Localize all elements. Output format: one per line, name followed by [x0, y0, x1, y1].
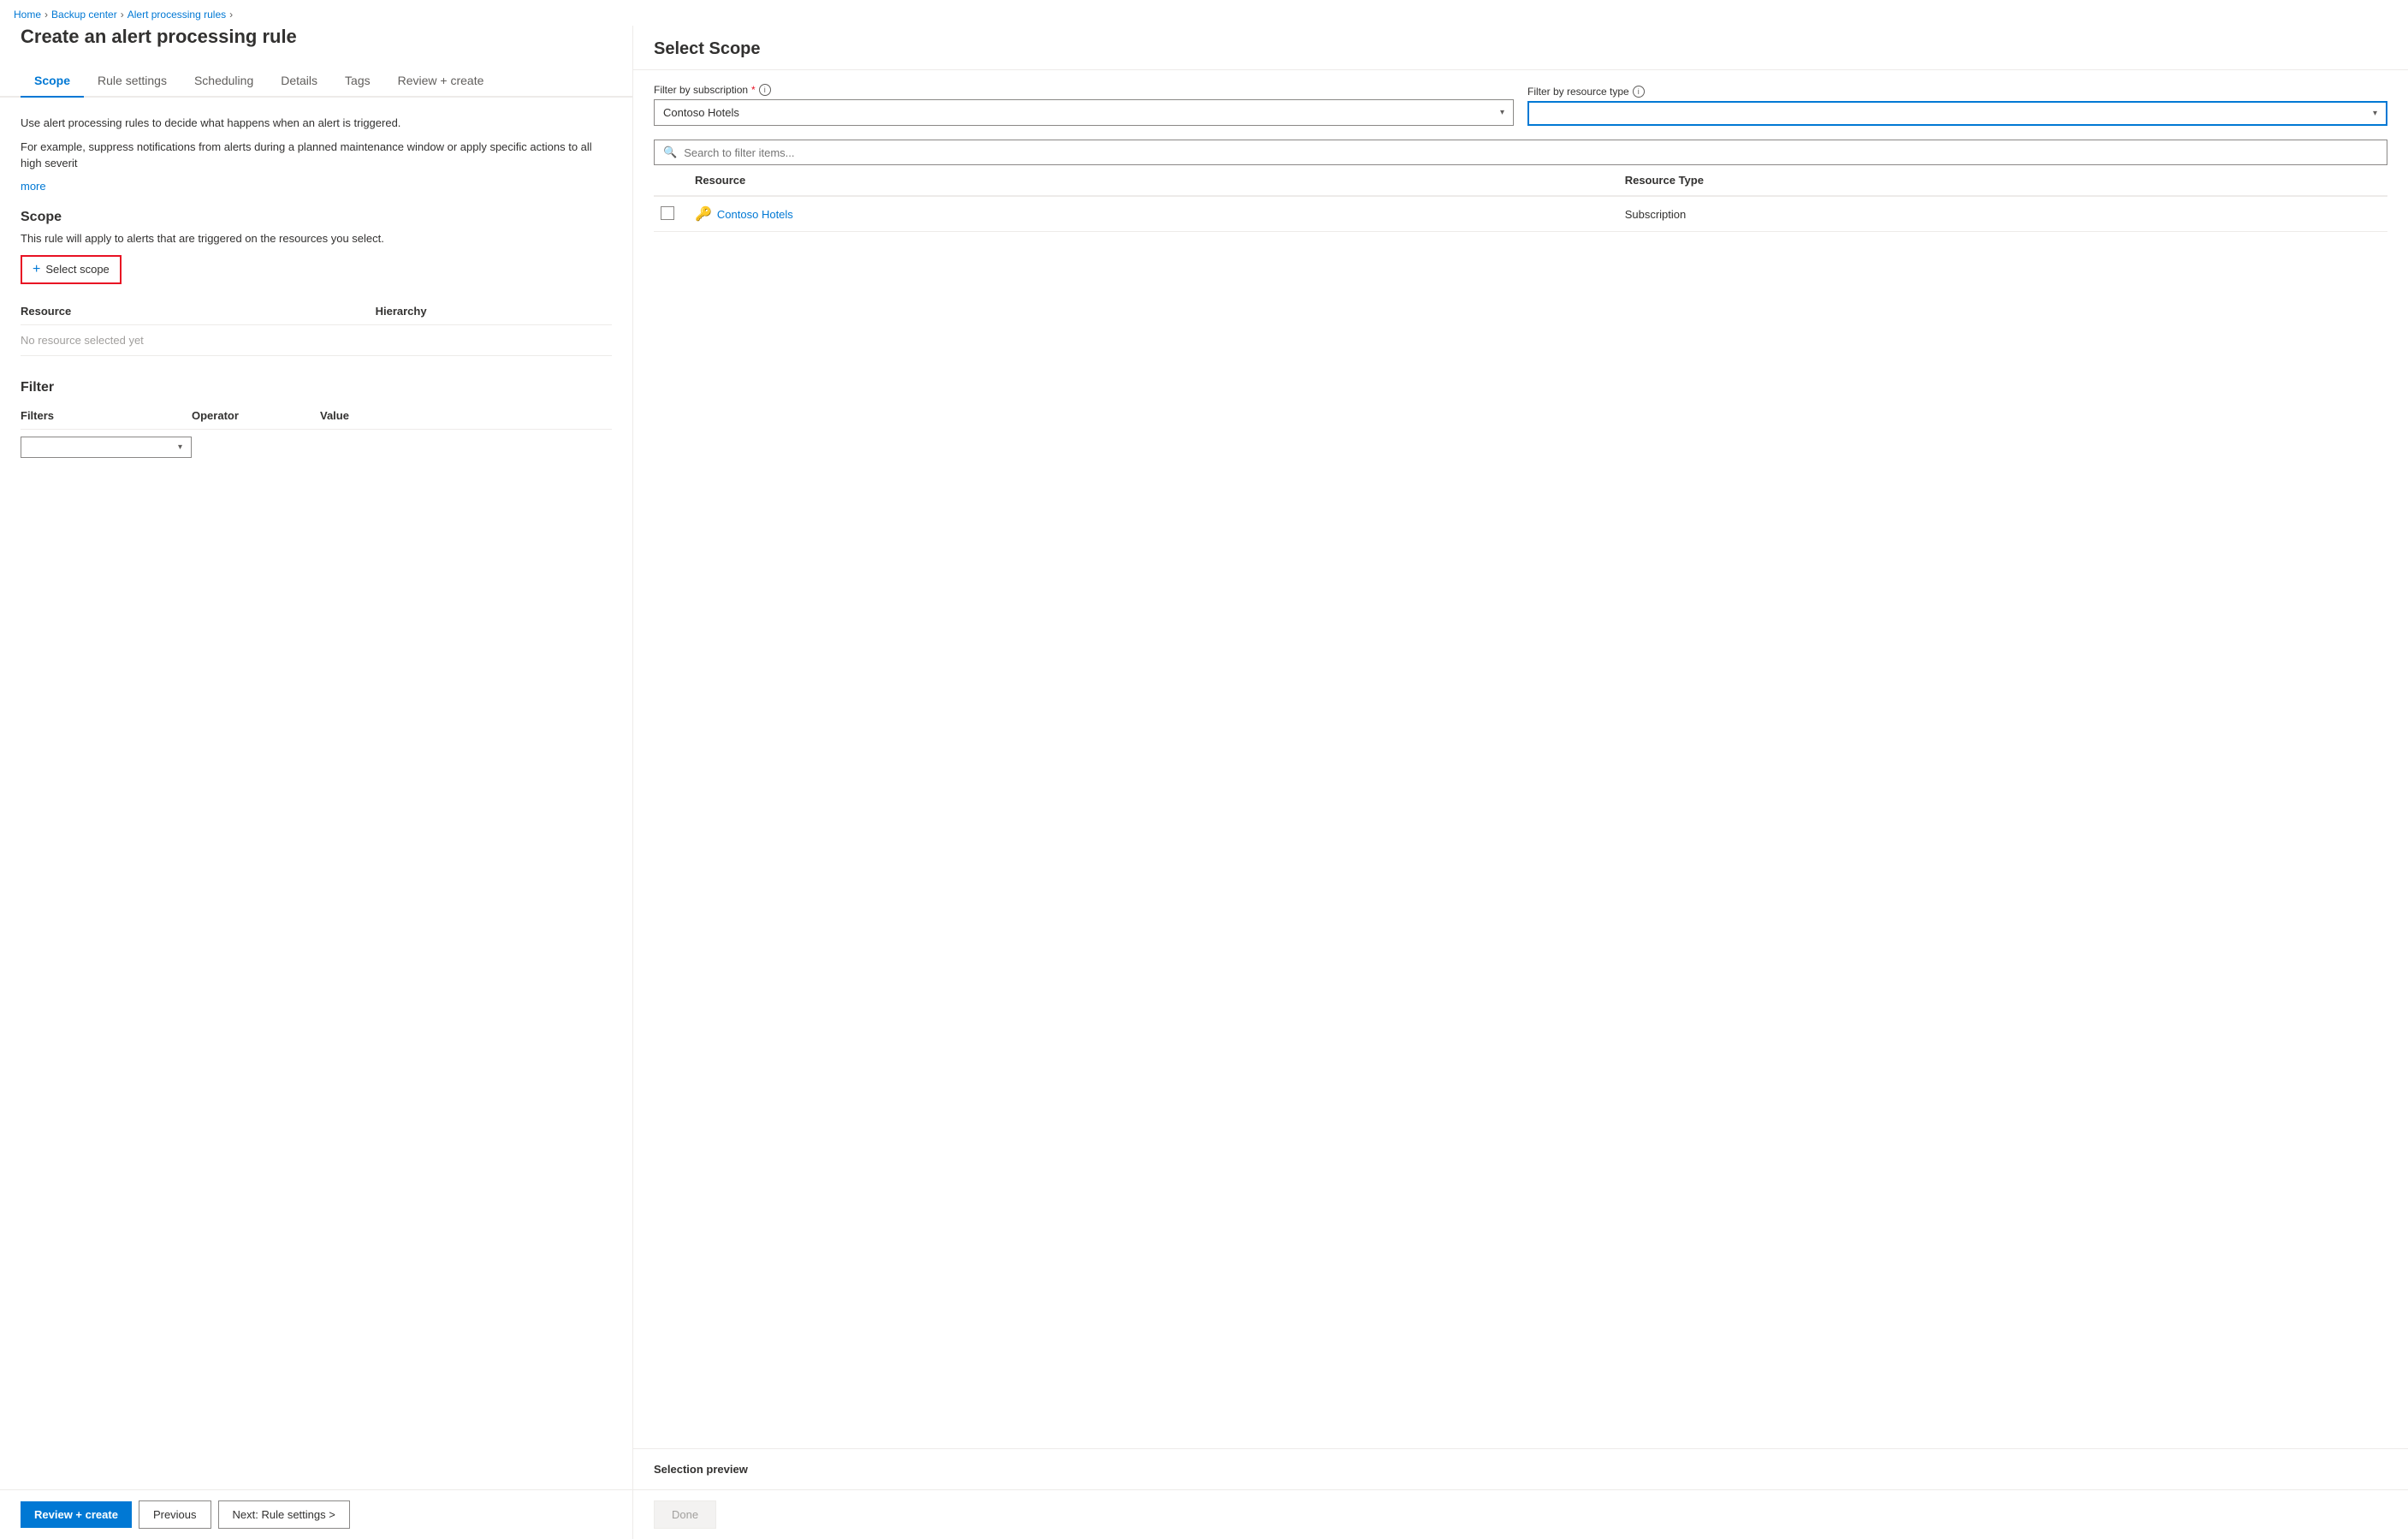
next-rule-settings-button[interactable]: Next: Rule settings > — [218, 1500, 350, 1529]
selection-preview: Selection preview — [633, 1448, 2408, 1489]
right-header: Select Scope — [633, 26, 2408, 70]
filter-section: Filter Filters Operator Value ▾ — [21, 380, 612, 458]
tab-tags[interactable]: Tags — [331, 65, 384, 98]
search-icon: 🔍 — [663, 146, 677, 159]
search-box[interactable]: 🔍 — [654, 140, 2387, 165]
scope-section-title: Scope — [21, 210, 612, 225]
bottom-bar: Review + create Previous Next: Rule sett… — [0, 1489, 632, 1539]
filter-grid: Filters Operator Value — [21, 402, 612, 430]
scope-resource-type-col: Resource Type — [1618, 165, 2387, 196]
selection-preview-title: Selection preview — [654, 1463, 2387, 1476]
page-title: Create an alert processing rule — [0, 26, 632, 48]
tab-bar: Scope Rule settings Scheduling Details T… — [0, 65, 632, 98]
more-link[interactable]: more — [21, 180, 46, 193]
tab-review-create[interactable]: Review + create — [384, 65, 498, 98]
search-input[interactable] — [684, 146, 2378, 159]
row-resource-type-cell: Subscription — [1618, 196, 2387, 232]
table-row-empty: No resource selected yet — [21, 324, 612, 355]
row-checkbox-cell — [654, 196, 688, 232]
scope-subtitle: This rule will apply to alerts that are … — [21, 232, 612, 245]
subscription-chevron-icon: ▾ — [1500, 108, 1504, 117]
breadcrumb-sep1: › — [44, 9, 48, 21]
resource-type-chevron-icon: ▾ — [2373, 109, 2377, 118]
review-create-button[interactable]: Review + create — [21, 1501, 132, 1528]
filter-title: Filter — [21, 380, 612, 395]
desc-line1: Use alert processing rules to decide wha… — [21, 115, 612, 132]
resource-type-filter-label: Filter by resource type i — [1527, 86, 2387, 98]
filter-row: Filter by subscription * i Contoso Hotel… — [654, 84, 2387, 126]
filters-dropdown-row: ▾ — [21, 437, 612, 458]
breadcrumb-home[interactable]: Home — [14, 9, 41, 21]
left-content: Use alert processing rules to decide wha… — [0, 115, 632, 1489]
subscription-value: Contoso Hotels — [663, 106, 739, 119]
subscription-dropdown[interactable]: Contoso Hotels ▾ — [654, 99, 1514, 126]
operator-col-header: Operator — [192, 402, 320, 430]
right-panel: Select Scope Filter by subscription * i … — [633, 26, 2408, 1539]
filters-dropdown[interactable]: ▾ — [21, 437, 192, 458]
key-icon: 🔑 — [695, 205, 712, 223]
resource-type-info-icon[interactable]: i — [1633, 86, 1645, 98]
resource-type-filter-field: Filter by resource type i ▾ — [1527, 86, 2387, 126]
desc-line2: For example, suppress notifications from… — [21, 139, 612, 172]
select-scope-label: Select scope — [45, 263, 109, 276]
scope-table-row: 🔑 Contoso Hotels Subscription — [654, 196, 2387, 232]
resource-col-header: Resource — [21, 298, 376, 325]
tab-rule-settings[interactable]: Rule settings — [84, 65, 181, 98]
previous-button[interactable]: Previous — [139, 1500, 211, 1529]
required-indicator: * — [751, 84, 756, 96]
breadcrumb-sep3: › — [229, 9, 233, 21]
scope-checkbox-col — [654, 165, 688, 196]
hierarchy-col-header: Hierarchy — [376, 298, 612, 325]
left-panel: Create an alert processing rule Scope Ru… — [0, 26, 633, 1539]
subscription-filter-label: Filter by subscription * i — [654, 84, 1514, 96]
resource-link[interactable]: 🔑 Contoso Hotels — [695, 205, 1611, 223]
subscription-info-icon[interactable]: i — [759, 84, 771, 96]
tab-scheduling[interactable]: Scheduling — [181, 65, 267, 98]
subscription-filter-field: Filter by subscription * i Contoso Hotel… — [654, 84, 1514, 126]
filters-col-header: Filters — [21, 402, 192, 430]
value-col-header: Value — [320, 402, 612, 430]
tab-details[interactable]: Details — [267, 65, 331, 98]
right-bottom-bar: Done — [633, 1489, 2408, 1539]
row-resource-cell: 🔑 Contoso Hotels — [688, 196, 1618, 232]
select-scope-title: Select Scope — [654, 39, 2387, 59]
right-content: Filter by subscription * i Contoso Hotel… — [633, 70, 2408, 1448]
select-scope-button[interactable]: + Select scope — [21, 255, 122, 284]
chevron-down-icon: ▾ — [178, 443, 182, 452]
breadcrumb: Home › Backup center › Alert processing … — [0, 0, 2408, 26]
breadcrumb-alert-processing-rules[interactable]: Alert processing rules — [128, 9, 226, 21]
breadcrumb-backup-center[interactable]: Backup center — [51, 9, 117, 21]
empty-text: No resource selected yet — [21, 324, 612, 355]
resource-type-dropdown[interactable]: ▾ — [1527, 101, 2387, 126]
breadcrumb-sep2: › — [121, 9, 124, 21]
plus-icon: + — [33, 262, 40, 277]
tab-scope[interactable]: Scope — [21, 65, 84, 98]
row-checkbox[interactable] — [661, 206, 674, 220]
done-button[interactable]: Done — [654, 1500, 716, 1529]
resource-name: Contoso Hotels — [717, 208, 793, 221]
scope-resource-col: Resource — [688, 165, 1618, 196]
scope-table: Resource Resource Type 🔑 Contoso Hotels — [654, 165, 2387, 232]
resource-table: Resource Hierarchy No resource selected … — [21, 298, 612, 356]
